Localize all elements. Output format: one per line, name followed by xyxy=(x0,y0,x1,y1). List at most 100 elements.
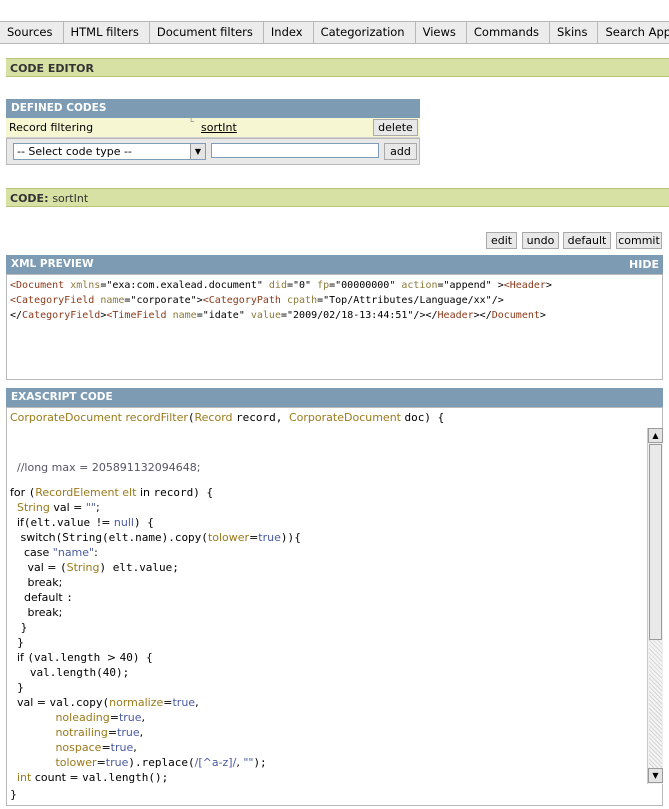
code-token: <Document xyxy=(10,280,71,291)
code-token: val.copy( xyxy=(49,696,110,709)
code-line: notrailing=true, xyxy=(10,726,143,739)
code-token: = xyxy=(101,741,111,754)
code-token: if xyxy=(10,516,24,529)
code-token: true xyxy=(172,696,196,709)
code-token: switch xyxy=(10,531,56,544)
code-token: > xyxy=(539,310,546,321)
tab-html-filters[interactable]: HTML filters xyxy=(64,22,150,43)
code-editor-area[interactable]: //long max = 205891132094648; for (Record… xyxy=(8,408,644,784)
code-token: = xyxy=(107,726,118,739)
chevron-down-icon[interactable]: ▼ xyxy=(190,144,205,159)
code-token: Header xyxy=(437,310,474,321)
code-token: , xyxy=(141,711,146,724)
add-code-row: -- Select code type -- ▼ add xyxy=(6,138,420,165)
code-token: xmlns xyxy=(70,280,101,291)
code-line: switch(String(elt.name).copy(tolower=tru… xyxy=(10,531,301,544)
code-token: ); xyxy=(253,756,267,769)
code-line: if (val.length > 40) { xyxy=(10,651,153,664)
code-line: //long max = 205891132094648; xyxy=(10,461,201,474)
code-token: = xyxy=(109,711,119,724)
tab-skins[interactable]: Skins xyxy=(550,22,599,43)
code-token: val = xyxy=(10,696,50,709)
code-token: ="exa:com.exalead.document" xyxy=(100,280,269,291)
tab-commands[interactable]: Commands xyxy=(467,22,551,43)
scroll-track[interactable] xyxy=(649,640,662,768)
code-token: > xyxy=(106,651,120,664)
add-button[interactable]: add xyxy=(384,143,417,160)
scroll-thumb[interactable] xyxy=(649,444,662,640)
code-token: </ xyxy=(10,310,23,321)
hide-xml-button[interactable]: HIDE xyxy=(629,255,659,274)
code-token: ="append" > xyxy=(437,280,504,291)
code-token: break; xyxy=(10,576,63,589)
xml-line: <CategoryField name="corporate"><Categor… xyxy=(10,293,660,308)
scroll-down-icon[interactable]: ▼ xyxy=(648,768,663,783)
code-token: ="Top/Attributes/Language/xx"/> xyxy=(317,295,504,306)
code-line: if(elt.value != null) { xyxy=(10,516,154,529)
tab-views[interactable]: Views xyxy=(416,22,467,43)
tab-search-applications[interactable]: Search Applications xyxy=(598,22,669,43)
code-token: ; xyxy=(95,501,100,514)
code-token: val.length(); xyxy=(82,771,169,784)
code-token: val = xyxy=(10,561,60,574)
code-token: ="corporate"> xyxy=(124,295,203,306)
code-token: <CategoryField xyxy=(10,295,101,306)
code-token: //long max = 205891132094648; xyxy=(10,461,201,474)
tab-sources[interactable]: Sources xyxy=(0,22,64,43)
code-token: action xyxy=(401,280,438,291)
code-token: val = xyxy=(53,501,86,514)
tab-categorization[interactable]: Categorization xyxy=(314,22,416,43)
code-token: nospace xyxy=(10,741,102,754)
code-type-select[interactable]: -- Select code type -- ▼ xyxy=(13,143,206,160)
code-token: cpath xyxy=(286,295,318,306)
code-token: noleading xyxy=(10,711,110,724)
defined-code-row: Record filtering └ sortInt delete xyxy=(6,117,420,138)
delete-button[interactable]: delete xyxy=(373,119,418,136)
tab-document-filters[interactable]: Document filters xyxy=(150,22,264,43)
xml-line: </CategoryField><TimeField name="idate" … xyxy=(10,308,660,323)
commit-button[interactable]: commit xyxy=(616,232,662,249)
code-token: ="0" xyxy=(286,280,318,291)
code-name-input[interactable] xyxy=(211,143,379,158)
code-token: val.length(40); xyxy=(10,666,130,679)
code-token: int xyxy=(10,771,35,784)
xml-preview-header: XML PREVIEW HIDE xyxy=(6,255,663,274)
code-token: = xyxy=(249,531,259,544)
code-token: } xyxy=(10,681,24,694)
default-button[interactable]: default xyxy=(563,232,611,249)
code-token: RecordElement elt xyxy=(35,486,140,499)
code-editor-header: CODE EDITOR xyxy=(6,58,669,77)
code-line: for (RecordElement elt in record) { xyxy=(10,486,213,499)
defined-codes-title: DEFINED CODES xyxy=(11,102,107,114)
code-token: , xyxy=(139,726,144,739)
code-token: tolower xyxy=(10,756,97,769)
code-token: <CategoryPath xyxy=(202,295,287,306)
code-token: { xyxy=(294,531,302,544)
code-line: val = (String) elt.value; xyxy=(10,561,178,574)
edit-button[interactable]: edit xyxy=(486,232,517,249)
code-token: record) { xyxy=(153,486,214,499)
undo-button[interactable]: undo xyxy=(522,232,559,249)
code-token: CategoryField xyxy=(22,310,101,321)
code-line: } xyxy=(10,636,24,649)
code-name-value: sortInt xyxy=(52,192,89,205)
code-token: <Header xyxy=(503,280,546,291)
code-token: fp xyxy=(317,280,330,291)
code-token: ) { xyxy=(133,516,154,529)
defined-code-link[interactable]: sortInt xyxy=(201,121,237,134)
code-line: val.length(40); xyxy=(10,666,129,679)
code-token: , xyxy=(133,741,137,754)
code-scrollbar[interactable]: ▲ ▼ xyxy=(647,428,663,784)
code-token: notrailing xyxy=(10,726,108,739)
exascript-title: EXASCRIPT CODE xyxy=(11,391,113,403)
scroll-up-icon[interactable]: ▲ xyxy=(648,428,663,443)
code-token: ="00000000" xyxy=(329,280,402,291)
xml-preview-content: <Document xmlns="exa:com.exalead.documen… xyxy=(10,278,660,323)
xml-preview-title: XML PREVIEW xyxy=(11,258,94,270)
tab-index[interactable]: Index xyxy=(264,22,314,43)
code-token: = xyxy=(96,756,106,769)
code-token: } xyxy=(10,636,24,649)
code-line: String val = ""; xyxy=(10,501,100,514)
code-token: )) xyxy=(280,531,295,544)
defined-codes-header: DEFINED CODES xyxy=(6,99,420,118)
